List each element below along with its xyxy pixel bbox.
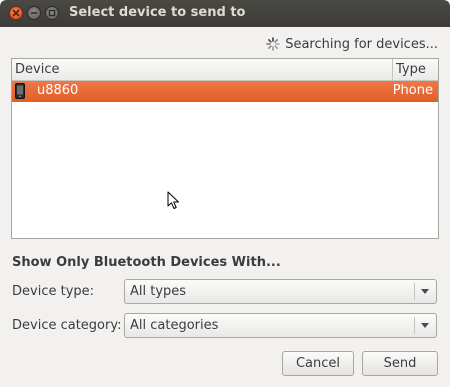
close-icon [12, 9, 20, 17]
maximize-icon [48, 9, 56, 17]
window-title: Select device to send to [69, 5, 246, 20]
close-window-button[interactable] [9, 6, 23, 20]
dropdown-arrow-icon [421, 323, 429, 328]
device-category-combo[interactable]: All categories [124, 313, 437, 338]
device-category-value: All categories [130, 318, 219, 333]
title-bar[interactable]: Select device to send to [0, 0, 450, 27]
mouse-pointer-icon [167, 191, 179, 209]
device-type-combo[interactable]: All types [124, 279, 437, 304]
spinner-icon [266, 37, 281, 51]
minimize-icon [30, 12, 38, 14]
dropdown-arrow-icon [421, 289, 429, 294]
column-divider[interactable] [392, 59, 393, 80]
search-status: Searching for devices... [266, 36, 438, 52]
cancel-button[interactable]: Cancel [282, 351, 354, 376]
column-header-device[interactable]: Device [15, 62, 59, 77]
maximize-window-button[interactable] [45, 6, 59, 20]
device-name: u8860 [37, 83, 79, 98]
send-button[interactable]: Send [362, 351, 438, 376]
phone-icon [15, 83, 25, 99]
device-category-label: Device category: [12, 318, 122, 333]
column-header-type[interactable]: Type [396, 62, 426, 77]
device-row-u8860[interactable]: u8860 Phone [12, 81, 438, 102]
minimize-window-button[interactable] [27, 6, 41, 20]
search-status-text: Searching for devices... [285, 36, 438, 52]
device-type: Phone [392, 83, 433, 98]
filter-heading: Show Only Bluetooth Devices With... [12, 255, 281, 270]
device-list[interactable]: Device Type u8860 Phone [11, 58, 439, 239]
combo-divider [414, 283, 415, 300]
device-type-value: All types [130, 284, 187, 299]
device-type-label: Device type: [12, 284, 95, 299]
send-to-dialog: Select device to send to Searching for d… [0, 0, 450, 387]
combo-divider [414, 317, 415, 334]
device-list-header: Device Type [12, 59, 438, 81]
